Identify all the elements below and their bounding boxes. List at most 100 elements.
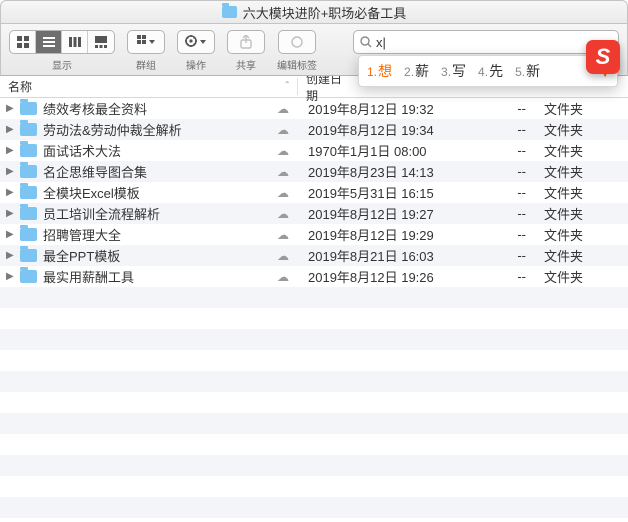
view-mode-segmented[interactable] [9,30,115,54]
table-row[interactable]: ▶全模块Excel模板☁2019年5月31日 16:15--文件夹 [0,182,628,203]
ime-cand[interactable]: 写 [452,61,466,81]
ime-cand[interactable]: 想 [378,61,392,81]
group-button[interactable] [127,30,165,54]
table-row [0,497,628,518]
disclosure-triangle-icon[interactable]: ▶ [6,271,14,282]
view-label: 显示 [52,57,72,72]
table-row [0,455,628,476]
table-row[interactable]: ▶最实用薪酬工具☁2019年8月12日 19:26--文件夹 [0,266,628,287]
ime-num: 3. [441,65,451,79]
file-kind: 文件夹 [538,99,628,118]
table-row[interactable]: ▶员工培训全流程解析☁2019年8月12日 19:27--文件夹 [0,203,628,224]
cloud-download-icon[interactable]: ☁ [274,249,292,263]
cloud-download-icon[interactable]: ☁ [274,102,292,116]
search-container: x| [353,30,619,54]
file-date: 2019年8月12日 19:26 [298,267,466,286]
disclosure-triangle-icon[interactable]: ▶ [6,229,14,240]
file-kind: 文件夹 [538,183,628,202]
table-row[interactable]: ▶绩效考核最全资料☁2019年8月12日 19:32--文件夹 [0,98,628,119]
file-size: -- [466,122,538,137]
tags-label: 编辑标签 [277,57,317,72]
column-header-name[interactable]: 名称 ˆ [0,78,298,95]
table-row [0,371,628,392]
folder-icon [20,249,37,262]
view-list-icon[interactable] [36,31,62,53]
window-title-text: 六大模块进阶+职场必备工具 [243,3,407,22]
window-titlebar: 六大模块进阶+职场必备工具 [0,0,628,24]
file-kind: 文件夹 [538,162,628,181]
folder-icon [20,102,37,115]
table-row [0,434,628,455]
cloud-download-icon[interactable]: ☁ [274,165,292,179]
disclosure-triangle-icon[interactable]: ▶ [6,250,14,261]
ime-cand[interactable]: 先 [489,61,503,81]
view-columns-icon[interactable] [62,31,88,53]
ime-candidate-bar[interactable]: 1.想 2.薪 3.写 4.先 5.新 ▲▼ [358,55,618,87]
cloud-download-icon[interactable]: ☁ [274,144,292,158]
group-label: 群组 [136,57,156,72]
file-date: 2019年8月12日 19:32 [298,99,466,118]
cloud-download-icon[interactable]: ☁ [274,186,292,200]
cloud-download-icon[interactable]: ☁ [274,123,292,137]
table-row[interactable]: ▶招聘管理大全☁2019年8月12日 19:29--文件夹 [0,224,628,245]
table-row [0,476,628,497]
file-date: 1970年1月1日 08:00 [298,141,466,160]
file-size: -- [466,164,538,179]
ime-cand[interactable]: 薪 [415,61,429,81]
table-row [0,329,628,350]
cloud-download-icon[interactable]: ☁ [274,228,292,242]
file-size: -- [466,248,538,263]
table-row[interactable]: ▶面试话术大法☁1970年1月1日 08:00--文件夹 [0,140,628,161]
file-name: 最全PPT模板 [43,246,120,265]
file-name: 面试话术大法 [43,141,121,160]
table-row[interactable]: ▶劳动法&劳动仲裁全解析☁2019年8月12日 19:34--文件夹 [0,119,628,140]
table-row [0,350,628,371]
file-date: 2019年8月12日 19:27 [298,204,466,223]
text-cursor: | [383,35,386,50]
ime-num: 2. [404,65,414,79]
disclosure-triangle-icon[interactable]: ▶ [6,208,14,219]
search-icon [360,36,372,48]
cloud-download-icon[interactable]: ☁ [274,270,292,284]
folder-icon [20,165,37,178]
file-name: 劳动法&劳动仲裁全解析 [43,120,182,139]
file-date: 2019年8月12日 19:29 [298,225,466,244]
share-label: 共享 [236,57,256,72]
file-date: 2019年8月21日 16:03 [298,246,466,265]
file-kind: 文件夹 [538,204,628,223]
share-button[interactable] [227,30,265,54]
disclosure-triangle-icon[interactable]: ▶ [6,166,14,177]
view-gallery-icon[interactable] [88,31,114,53]
sort-indicator-icon: ˆ [286,81,289,92]
tags-button[interactable] [278,30,316,54]
file-kind: 文件夹 [538,267,628,286]
disclosure-triangle-icon[interactable]: ▶ [6,124,14,135]
file-name: 全模块Excel模板 [43,183,140,202]
table-row [0,392,628,413]
ime-cand[interactable]: 新 [526,61,540,81]
folder-icon [20,186,37,199]
folder-icon [20,144,37,157]
search-input[interactable]: x| [353,30,619,54]
cloud-download-icon[interactable]: ☁ [274,207,292,221]
ime-num: 5. [515,65,525,79]
file-kind: 文件夹 [538,141,628,160]
ime-num: 4. [478,65,488,79]
action-button[interactable] [177,30,215,54]
table-row[interactable]: ▶名企思维导图合集☁2019年8月23日 14:13--文件夹 [0,161,628,182]
disclosure-triangle-icon[interactable]: ▶ [6,145,14,156]
file-size: -- [466,206,538,221]
folder-icon [20,228,37,241]
file-size: -- [466,227,538,242]
sogou-logo-icon: S [586,40,620,74]
disclosure-triangle-icon[interactable]: ▶ [6,103,14,114]
table-row [0,287,628,308]
file-name: 招聘管理大全 [43,225,121,244]
file-size: -- [466,101,538,116]
disclosure-triangle-icon[interactable]: ▶ [6,187,14,198]
table-row[interactable]: ▶最全PPT模板☁2019年8月21日 16:03--文件夹 [0,245,628,266]
folder-icon [20,270,37,283]
file-date: 2019年8月23日 14:13 [298,162,466,181]
file-date: 2019年8月12日 19:34 [298,120,466,139]
view-icon-grid-icon[interactable] [10,31,36,53]
